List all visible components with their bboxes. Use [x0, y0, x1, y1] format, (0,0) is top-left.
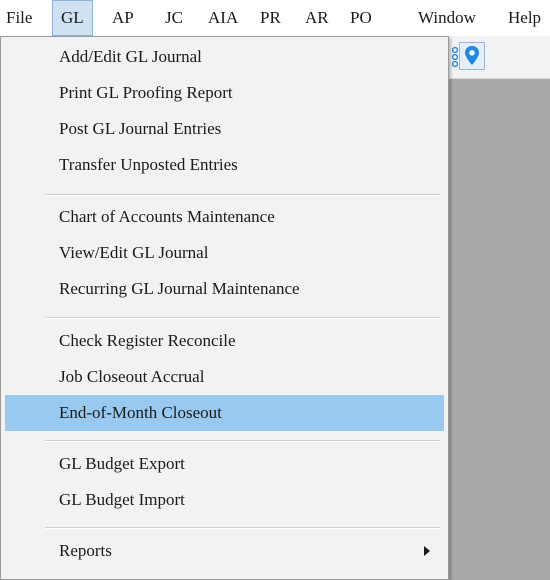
menu-item-end-of-month-closeout[interactable]: End-of-Month Closeout	[5, 395, 444, 431]
menu-help[interactable]: Help	[508, 0, 541, 36]
menu-item-job-closeout-accrual[interactable]: Job Closeout Accrual	[5, 359, 444, 395]
menu-item-label: Transfer Unposted Entries	[59, 155, 238, 174]
menu-item-chart-of-accounts-maintenance[interactable]: Chart of Accounts Maintenance	[5, 199, 444, 235]
menu-ar[interactable]: AR	[305, 0, 329, 36]
menu-gl[interactable]: GL	[52, 0, 93, 36]
menu-separator	[45, 317, 440, 319]
menu-aia[interactable]: AIA	[208, 0, 238, 36]
menu-item-label: Print GL Proofing Report	[59, 83, 233, 102]
menu-ap[interactable]: AP	[112, 0, 134, 36]
menu-item-label: GL Budget Export	[59, 454, 185, 473]
submenu-arrow-icon	[424, 546, 430, 556]
menu-item-transfer-unposted-entries[interactable]: Transfer Unposted Entries	[5, 147, 444, 183]
menu-separator	[45, 194, 440, 196]
gl-dropdown-menu: Add/Edit GL Journal Print GL Proofing Re…	[0, 36, 449, 580]
menu-item-label: Post GL Journal Entries	[59, 119, 222, 138]
menu-separator	[45, 440, 440, 442]
menu-item-gl-budget-import[interactable]: GL Budget Import	[5, 482, 444, 518]
menu-item-gl-budget-export[interactable]: GL Budget Export	[5, 446, 444, 482]
menu-item-check-register-reconcile[interactable]: Check Register Reconcile	[5, 323, 444, 359]
menu-item-print-gl-proofing-report[interactable]: Print GL Proofing Report	[5, 75, 444, 111]
menu-bar: File GL AP JC AIA PR AR PO Window Help	[0, 0, 550, 37]
menu-item-label: Check Register Reconcile	[59, 331, 236, 350]
menu-item-label: GL Budget Import	[59, 490, 185, 509]
menu-separator	[45, 527, 440, 529]
menu-item-label: End-of-Month Closeout	[59, 403, 222, 422]
menu-jc[interactable]: JC	[165, 0, 183, 36]
menu-item-post-gl-journal-entries[interactable]: Post GL Journal Entries	[5, 111, 444, 147]
menu-file[interactable]: File	[6, 0, 32, 36]
menu-po[interactable]: PO	[350, 0, 372, 36]
menu-item-recurring-gl-journal-maintenance[interactable]: Recurring GL Journal Maintenance	[5, 271, 444, 307]
menu-pr[interactable]: PR	[260, 0, 281, 36]
menu-item-label: Chart of Accounts Maintenance	[59, 207, 275, 226]
workspace-area	[436, 79, 550, 580]
menu-item-label: Reports	[59, 541, 112, 560]
menu-item-label: Job Closeout Accrual	[59, 367, 205, 386]
menu-window[interactable]: Window	[418, 0, 476, 36]
menu-item-label: Add/Edit GL Journal	[59, 47, 202, 66]
menu-item-label: Recurring GL Journal Maintenance	[59, 279, 300, 298]
menu-item-label: View/Edit GL Journal	[59, 243, 209, 262]
location-pin-icon[interactable]	[459, 42, 485, 70]
menu-item-add-edit-gl-journal[interactable]: Add/Edit GL Journal	[5, 39, 444, 75]
menu-item-reports[interactable]: Reports	[5, 533, 444, 569]
menu-item-view-edit-gl-journal[interactable]: View/Edit GL Journal	[5, 235, 444, 271]
